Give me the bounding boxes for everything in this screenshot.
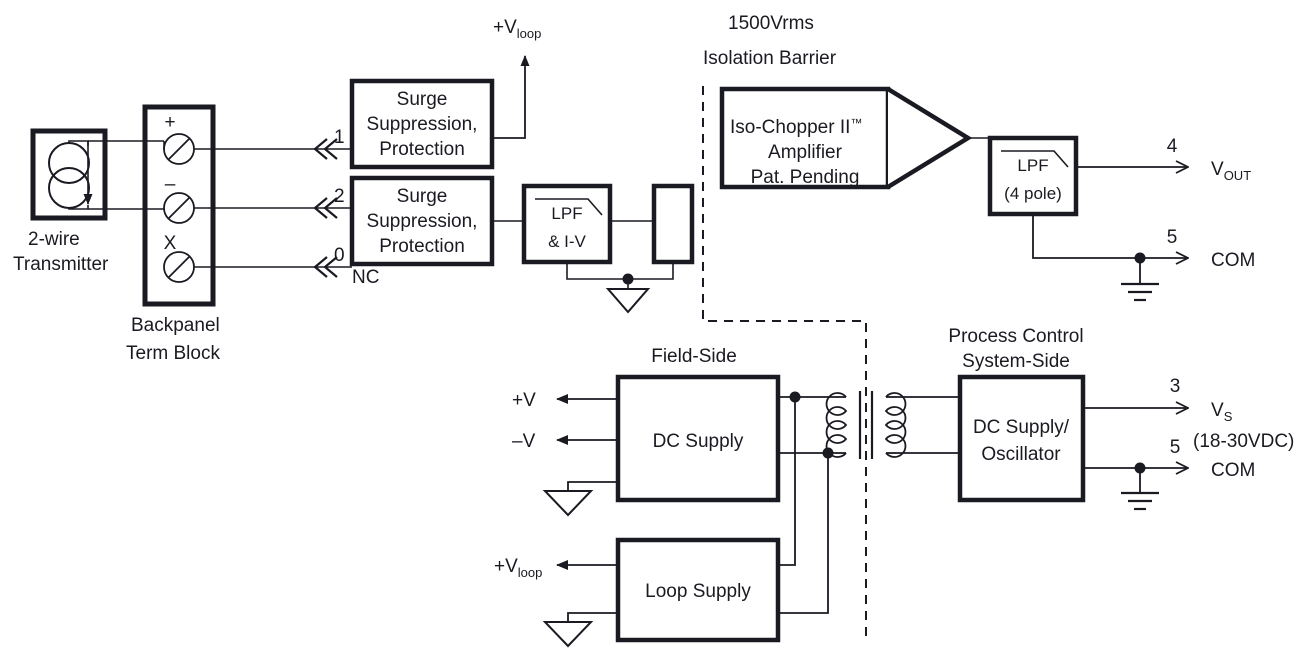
- transmitter-label-line2: Transmitter: [13, 254, 109, 275]
- nc-label: NC: [352, 267, 379, 288]
- term-block-label-line2: Term Block: [126, 343, 220, 364]
- ground-symbol-dc-supply: [542, 490, 594, 517]
- pin-label-vout: 4: [1167, 136, 1178, 157]
- block-diagram: 1500Vrms Isolation Barrier 2-wire Transm…: [13, 13, 1294, 648]
- lpf-out-line2: (4 pole): [1004, 184, 1062, 203]
- com-top-wire: [1032, 214, 1188, 284]
- surge-top-line3: Protection: [379, 139, 465, 160]
- earth-ground-top: [1121, 282, 1159, 302]
- process-control-line1: Process Control: [948, 326, 1083, 347]
- pin-label-com-top: 5: [1167, 227, 1178, 248]
- dc-supply-osc-line1: DC Supply/: [973, 417, 1070, 438]
- vloop-bottom-label: +Vloop: [494, 556, 542, 580]
- transformer-taps: [778, 397, 829, 614]
- lpf-out-line1: LPF: [1017, 156, 1048, 175]
- vs-range-label: (18-30VDC): [1193, 431, 1294, 452]
- vloop-top-label: +Vloop: [493, 17, 541, 41]
- lpf-iv-line2: & I-V: [548, 232, 586, 251]
- v-minus-label: –V: [512, 431, 536, 452]
- junction-dot-com-top: [1134, 252, 1146, 264]
- com-bottom-label: COM: [1211, 460, 1255, 481]
- surge-top-line1: Surge: [397, 89, 448, 110]
- terminal-minus-mark: –: [165, 174, 176, 195]
- v-plus-label: +V: [512, 390, 536, 411]
- ground-symbol-loop-supply: [542, 621, 594, 648]
- backpanel-term-block: [142, 104, 216, 307]
- surge-bottom-line2: Suppression,: [367, 211, 478, 232]
- pin-label-1: 1: [334, 127, 345, 148]
- isolation-transformer: [778, 391, 960, 459]
- lpf-iv-line1: LPF: [551, 204, 582, 223]
- modulator-block: [651, 183, 695, 265]
- com-bottom-wire: [1083, 468, 1188, 493]
- loop-supply-label: Loop Supply: [645, 581, 751, 602]
- process-control-line2: System-Side: [962, 351, 1070, 372]
- pin-label-0: 0: [334, 245, 345, 266]
- com-top-label: COM: [1211, 250, 1255, 271]
- earth-ground-bottom: [1121, 491, 1159, 511]
- diagram-canvas: 1500Vrms Isolation Barrier 2-wire Transm…: [0, 0, 1310, 663]
- junction-dot-field-ground: [622, 273, 634, 285]
- terminal-x-mark: X: [164, 233, 177, 254]
- loop-supply-outputs: [556, 560, 618, 622]
- dc-supply-oscillator-block: [957, 374, 1086, 503]
- two-wire-transmitter: [30, 128, 108, 221]
- terminal-plus-mark: +: [164, 112, 175, 133]
- dc-supply-outputs: [556, 394, 618, 491]
- vs-label: VS: [1211, 400, 1233, 424]
- surge-bottom-line1: Surge: [397, 186, 448, 207]
- field-side-label: Field-Side: [651, 346, 737, 367]
- amplifier-line1: Iso-Chopper II™: [730, 116, 862, 138]
- ground-symbol-field: [605, 288, 651, 314]
- barrier-label-line1: 1500Vrms: [728, 13, 814, 34]
- barrier-label-line2: Isolation Barrier: [703, 48, 837, 69]
- amplifier-line3: Pat. Pending: [751, 167, 860, 188]
- pin-label-com-bottom: 5: [1170, 437, 1181, 458]
- pin-label-vs: 3: [1170, 376, 1181, 397]
- transmitter-label-line1: 2-wire: [28, 229, 80, 250]
- dc-supply-osc-line2: Oscillator: [981, 444, 1061, 465]
- term-block-label-line1: Backpanel: [131, 315, 220, 336]
- vout-label: VOUT: [1211, 159, 1251, 183]
- vloop-top-wire: [492, 55, 530, 139]
- dc-supply-label: DC Supply: [653, 431, 744, 452]
- pin-label-2: 2: [334, 186, 345, 207]
- surge-bottom-line3: Protection: [379, 236, 465, 257]
- surge-top-line2: Suppression,: [367, 114, 478, 135]
- amplifier-line2: Amplifier: [768, 142, 843, 163]
- junction-dot-com-bottom: [1134, 462, 1146, 474]
- input-wiring: [88, 140, 352, 268]
